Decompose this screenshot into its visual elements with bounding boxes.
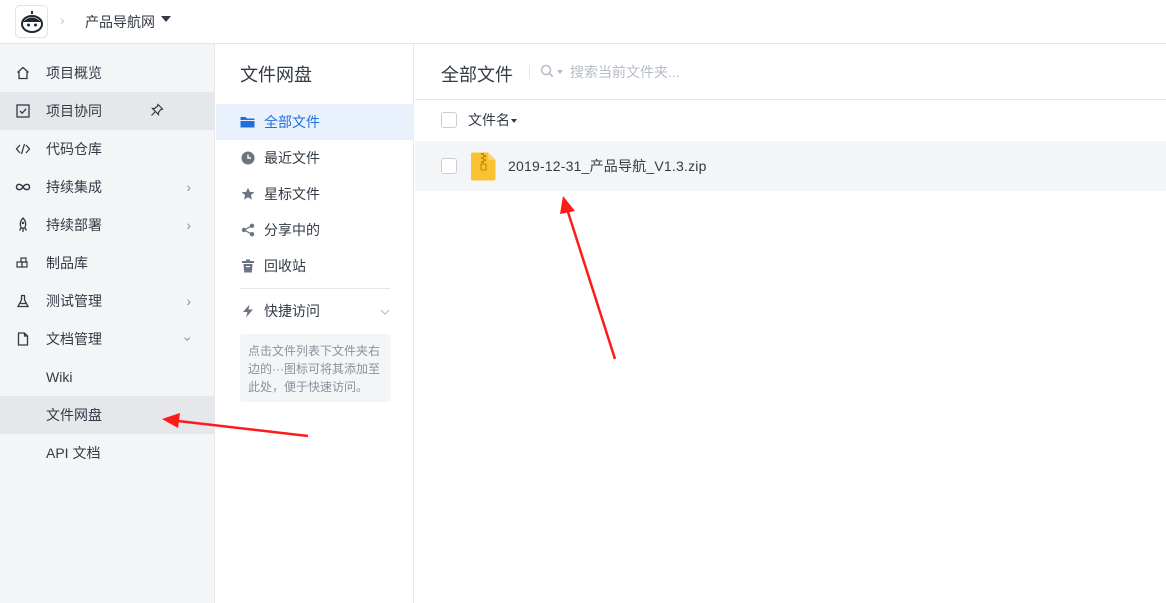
sidebar-item-code-repo[interactable]: 代码仓库: [0, 130, 215, 168]
flask-icon: [15, 293, 31, 309]
sidebar-item-label: Wiki: [46, 369, 73, 385]
caret-down-icon[interactable]: [161, 16, 171, 22]
sidebar-item-file-drive[interactable]: 文件网盘: [0, 396, 215, 434]
sidebar-item-label: API 文档: [46, 445, 101, 461]
table-row[interactable]: 2019-12-31_产品导航_V1.3.zip: [415, 141, 1166, 191]
package-icon: [15, 255, 31, 271]
chevron-down-icon: ›: [180, 336, 197, 342]
rocket-icon: [15, 217, 31, 233]
search-input[interactable]: [570, 60, 770, 84]
nav-starred-files[interactable]: 星标文件: [216, 176, 414, 212]
quick-access-hint: 点击文件列表下文件夹右边的···图标可将其添加至此处，便于快速访问。: [240, 334, 391, 402]
nav-item-label: 全部文件: [264, 114, 320, 130]
nav-all-files[interactable]: 全部文件: [216, 104, 414, 140]
sidebar-item-testing[interactable]: 测试管理 ›: [0, 282, 215, 320]
trash-icon: [240, 259, 255, 274]
zip-file-icon: [471, 152, 496, 184]
search-icon[interactable]: [540, 64, 554, 81]
star-icon: [240, 187, 255, 202]
chevron-right-icon: ›: [186, 217, 191, 233]
sort-caret-icon[interactable]: [511, 119, 517, 123]
lightning-icon: [240, 304, 255, 319]
sidebar-item-artifacts[interactable]: 制品库: [0, 244, 215, 282]
top-bar: › 产品导航网: [0, 0, 1166, 44]
chevron-right-icon: ›: [186, 179, 191, 195]
sidebar-item-wiki[interactable]: Wiki: [0, 358, 215, 396]
sidebar-item-label: 持续部署: [46, 217, 102, 233]
divider: [529, 65, 530, 79]
folder-icon: [240, 115, 255, 130]
sidebar-item-api-docs[interactable]: API 文档: [0, 434, 215, 472]
nav-recent-files[interactable]: 最近文件: [216, 140, 414, 176]
divider: [240, 288, 390, 289]
file-list-header: 全部文件: [415, 44, 1166, 100]
sidebar-item-label: 制品库: [46, 255, 88, 271]
nav-item-label: 分享中的: [264, 222, 320, 238]
nav-item-label: 最近文件: [264, 150, 320, 166]
nav-recycle-bin[interactable]: 回收站: [216, 248, 414, 284]
nav-item-label: 回收站: [264, 258, 306, 274]
sidebar-item-overview[interactable]: 项目概览: [0, 54, 215, 92]
file-drive-nav-panel: 文件网盘 全部文件 最近文件 星标文件 分享中的 回收站 快捷访问 点击文件列表…: [216, 44, 414, 603]
infinity-icon: [15, 179, 31, 195]
sidebar-item-label: 代码仓库: [46, 141, 102, 157]
sidebar-item-collaboration[interactable]: 项目协同: [0, 92, 215, 130]
nav-shared[interactable]: 分享中的: [216, 212, 414, 248]
table-header: 文件名: [415, 100, 1166, 140]
select-all-checkbox[interactable]: [441, 112, 457, 128]
code-icon: [15, 141, 31, 157]
clock-icon: [240, 151, 255, 166]
chevron-right-icon: ›: [186, 293, 191, 309]
logo-icon: [20, 10, 43, 33]
page-title: 全部文件: [441, 65, 513, 85]
caret-down-icon[interactable]: [557, 70, 563, 74]
column-header-name[interactable]: 文件名: [468, 110, 510, 130]
sidebar-item-label: 项目概览: [46, 65, 102, 81]
sidebar-item-label: 文档管理: [46, 331, 102, 347]
checkbox-icon: [15, 103, 31, 119]
file-list-area: 全部文件 文件名 2019-1: [415, 44, 1166, 603]
chevron-right-icon: ›: [60, 12, 65, 28]
sidebar: 项目概览 项目协同 代码仓库 持续集成 › 持续部署 › 制品库 测试管理 › …: [0, 44, 215, 603]
sidebar-item-label: 文件网盘: [46, 407, 102, 423]
app-logo[interactable]: [15, 5, 48, 38]
nav-item-label: 星标文件: [264, 186, 320, 202]
project-name[interactable]: 产品导航网: [85, 12, 155, 32]
row-checkbox[interactable]: [441, 158, 457, 174]
pin-icon[interactable]: [150, 102, 164, 120]
quick-access-label: 快捷访问: [264, 303, 320, 319]
sidebar-item-cd[interactable]: 持续部署 ›: [0, 206, 215, 244]
quick-access-toggle[interactable]: 快捷访问: [216, 293, 414, 329]
document-icon: [15, 331, 31, 347]
sidebar-item-label: 持续集成: [46, 179, 102, 195]
sidebar-item-label: 测试管理: [46, 293, 102, 309]
share-icon: [240, 223, 255, 238]
sidebar-item-docs[interactable]: 文档管理 ›: [0, 320, 215, 358]
chevron-down-icon: [380, 304, 390, 318]
panel-title: 文件网盘: [240, 65, 312, 85]
sidebar-item-label: 项目协同: [46, 103, 102, 119]
sidebar-item-ci[interactable]: 持续集成 ›: [0, 168, 215, 206]
file-name[interactable]: 2019-12-31_产品导航_V1.3.zip: [508, 156, 707, 176]
home-icon: [15, 65, 31, 81]
